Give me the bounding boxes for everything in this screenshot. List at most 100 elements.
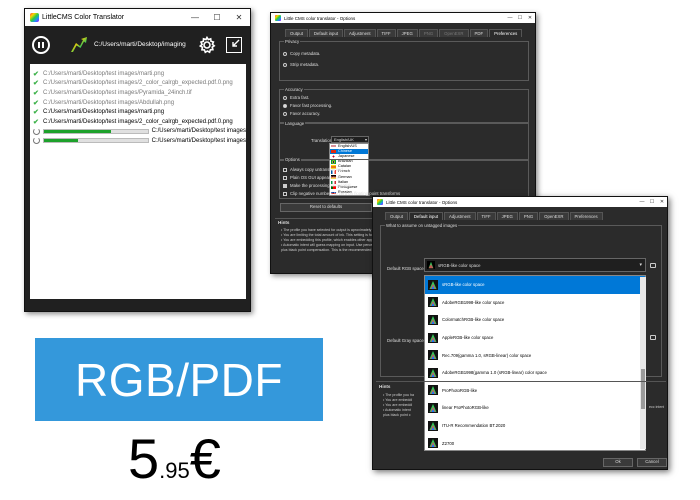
- close-button[interactable]: ✕: [228, 13, 250, 22]
- file-row[interactable]: ✔ C:/Users/marti/Desktop/test images/mart…: [30, 107, 246, 117]
- reset-to-defaults-button[interactable]: Reset to defaults: [280, 203, 372, 212]
- price-integer: 5: [128, 427, 160, 490]
- main-toolbar: C:/Users/marti/Desktop/imaging: [25, 26, 250, 64]
- copy-metadata-radio[interactable]: Copy metadata.: [283, 51, 320, 56]
- tab-adjustment[interactable]: Adjustment: [444, 212, 476, 220]
- option-checkbox[interactable]: Always copy untransformed: [283, 167, 343, 172]
- tab-pdf[interactable]: PDF: [469, 29, 489, 37]
- price-decimal: .95: [159, 458, 190, 483]
- main-window: LittleCMS Color Translator — ☐ ✕ C:/User…: [24, 8, 251, 312]
- app-icon: [377, 199, 383, 205]
- color-profile-icon: [428, 314, 438, 325]
- maximize-button[interactable]: ☐: [647, 199, 657, 205]
- checkbox-label: Always copy untransformed: [290, 167, 343, 172]
- cancel-button[interactable]: Cancel: [637, 458, 667, 467]
- file-list[interactable]: ✔ C:/Users/marti/Desktop/test images/mart…: [30, 64, 246, 299]
- gear-icon[interactable]: [198, 36, 216, 54]
- tab-output[interactable]: Output: [285, 29, 308, 37]
- tab-openexr[interactable]: OpenEXR: [439, 29, 469, 37]
- profile-option[interactable]: sRGB-like color space: [425, 276, 645, 294]
- flag-jp-icon: [331, 155, 336, 159]
- hints-title: Hints: [278, 220, 290, 225]
- extra-fast-radio[interactable]: Extra fast.: [283, 95, 309, 100]
- tab-png[interactable]: PNG: [418, 29, 439, 37]
- output-folder-icon[interactable]: [70, 37, 88, 53]
- file-path: C:/Users/marti/Desktop/test images/marti…: [43, 109, 165, 116]
- profile-option-label: sRGB-like color space: [442, 282, 485, 288]
- profile-option-label: AppleRGB-like color space: [442, 335, 494, 341]
- folder-icon[interactable]: [650, 263, 656, 268]
- favor-fast-radio[interactable]: Favor fast processing.: [283, 103, 332, 108]
- file-path: C:/Users/marti/Desktop/test images/2_col…: [43, 118, 233, 125]
- cancel-label: Cancel: [645, 459, 659, 464]
- maximize-button[interactable]: ☐: [206, 13, 228, 22]
- tab-jpeg[interactable]: JPEG: [496, 212, 518, 220]
- tab-default-input[interactable]: Default input: [308, 29, 344, 37]
- strip-metadata-radio[interactable]: Strip metadata.: [283, 62, 319, 67]
- folder-icon[interactable]: [650, 335, 656, 340]
- tab-tiff[interactable]: TIFF: [376, 29, 396, 37]
- radio-label: Extra fast.: [290, 95, 310, 100]
- profile-option[interactable]: ColormatchRGB-like color space: [425, 311, 645, 329]
- color-profile-icon: [428, 332, 438, 343]
- minimize-button[interactable]: —: [184, 13, 206, 22]
- radio-indicator: [283, 95, 287, 100]
- file-row[interactable]: ✔ C:/Users/marti/Desktop/test images/Abdu…: [30, 98, 246, 108]
- compact-view-button[interactable]: [226, 37, 242, 53]
- translation-select[interactable]: English/UK ▾: [331, 136, 369, 143]
- progress-bar: [42, 138, 149, 144]
- tab-default-input[interactable]: Default input: [408, 212, 444, 220]
- check-icon: ✔: [33, 118, 39, 126]
- profile-option[interactable]: AdobeRGB1998-like color space: [425, 294, 645, 312]
- product-name: RGB/PDF: [75, 353, 283, 406]
- file-row[interactable]: C:/Users/marti/Desktop/test images: [30, 136, 246, 146]
- tab-jpeg[interactable]: JPEG: [396, 29, 418, 37]
- default-gray-label: Default Gray space: [387, 338, 424, 343]
- file-row[interactable]: C:/Users/marti/Desktop/test images: [30, 127, 246, 137]
- tab-preferences[interactable]: Preferences: [489, 29, 523, 37]
- radio-label: Copy metadata.: [290, 51, 321, 56]
- option-checkbox[interactable]: Plain OS GUI appearance: [283, 175, 340, 180]
- ok-button[interactable]: Ok: [603, 458, 633, 467]
- checkbox-label: Make the processing sequential: [290, 183, 351, 188]
- options-title: Little CMS color translator - Options: [284, 15, 356, 21]
- output-folder-path[interactable]: C:/Users/marti/Desktop/imaging: [94, 41, 186, 48]
- pause-button[interactable]: [32, 36, 50, 54]
- tab-output[interactable]: Output: [385, 212, 408, 220]
- hint-line: • The profile you ha: [383, 393, 414, 397]
- file-row[interactable]: ✔ C:/Users/marti/Desktop/test images/2_co…: [30, 117, 246, 127]
- radio-indicator: [283, 103, 287, 108]
- color-profile-icon: [428, 279, 438, 290]
- window-title: LittleCMS Color Translator: [42, 14, 125, 21]
- profile-option[interactable]: AppleRGB-like color space: [425, 329, 645, 347]
- privacy-label: Privacy: [284, 39, 301, 44]
- profile-option[interactable]: AdobeRGB1998(gamma 1.0 (sRGB-linear) col…: [425, 364, 645, 382]
- close-button[interactable]: ✕: [525, 15, 535, 21]
- options-group-label: Options: [284, 157, 301, 162]
- file-row[interactable]: ✔ C:/Users/marti/Desktop/test images/mart…: [30, 69, 246, 79]
- ok-label: Ok: [615, 459, 621, 464]
- file-row[interactable]: ✔ C:/Users/marti/Desktop/test images/2_co…: [30, 79, 246, 89]
- tab-png[interactable]: PNG: [518, 212, 539, 220]
- close-button[interactable]: ✕: [657, 199, 667, 205]
- default-rgb-select[interactable]: sRGB-like color space ▾: [424, 258, 646, 272]
- radio-indicator: [283, 111, 287, 116]
- favor-accuracy-radio[interactable]: Favor accuracy.: [283, 111, 320, 116]
- hints-title: Hints: [379, 384, 391, 389]
- tab-openexr[interactable]: OpenEXR: [539, 212, 569, 220]
- tab-preferences[interactable]: Preferences: [569, 212, 603, 220]
- tab-tiff[interactable]: TIFF: [476, 212, 496, 220]
- tab-adjustment[interactable]: Adjustment: [344, 29, 376, 37]
- minimize-button[interactable]: —: [505, 15, 515, 21]
- accuracy-label: Accuracy: [284, 87, 304, 92]
- maximize-button[interactable]: ☐: [515, 15, 525, 21]
- shrink-arrow-icon: [232, 39, 240, 47]
- minimize-button[interactable]: —: [637, 199, 647, 205]
- reset-label: Reset to defaults: [309, 204, 343, 209]
- hint-line: • The profile you have selected for outp…: [281, 228, 383, 232]
- profile-option[interactable]: Rec.709(gamma 1.0, sRGB-linear) color sp…: [425, 346, 645, 364]
- file-row[interactable]: ✔ C:/Users/marti/Desktop/test images/Pyra…: [30, 88, 246, 98]
- hint-line: plus black point compensation. This is t…: [281, 248, 385, 252]
- option-checkbox[interactable]: Make the processing sequential: [283, 183, 350, 188]
- price: 5.95€: [128, 424, 268, 494]
